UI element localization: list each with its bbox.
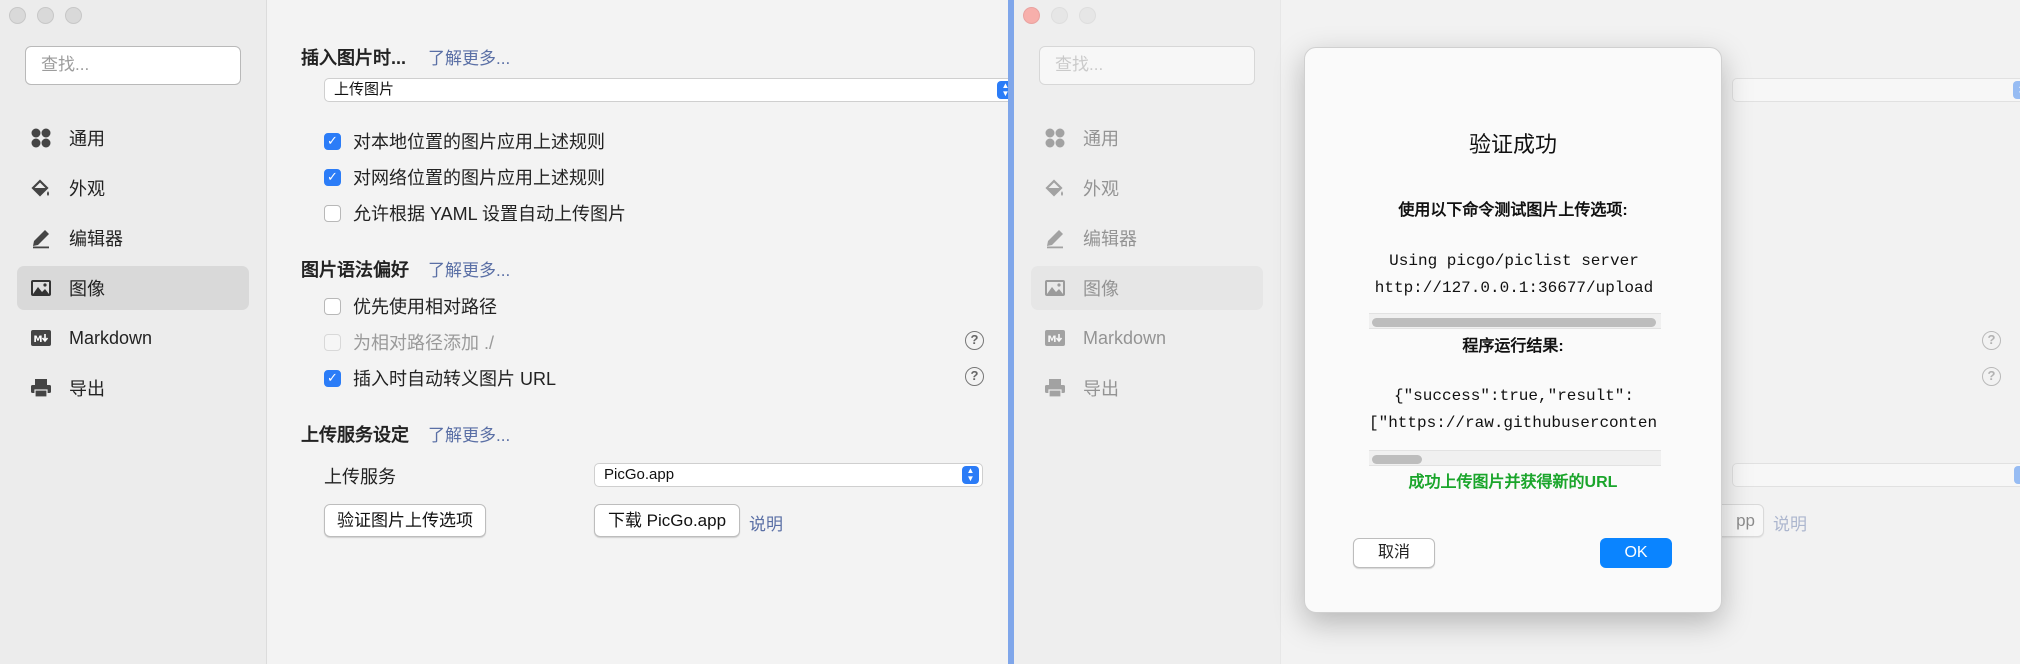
- option-label: 插入时自动转义图片 URL: [353, 369, 557, 389]
- checkbox-checked-icon[interactable]: ✓: [324, 132, 341, 150]
- image-icon: [30, 277, 52, 299]
- sidebar-item-editor[interactable]: 编辑器: [17, 216, 249, 260]
- syntax-learn-more-link[interactable]: 了解更多...: [428, 256, 510, 281]
- markdown-icon: M: [30, 327, 52, 349]
- download-picgo-button[interactable]: 下载 PicGo.app: [594, 504, 740, 537]
- insert-action-value: 上传图片: [334, 81, 395, 98]
- apply-network-option[interactable]: ✓ 对网络位置的图片应用上述规则: [324, 164, 605, 190]
- upload-learn-more-link[interactable]: 了解更多...: [428, 421, 510, 446]
- window-controls: [9, 7, 82, 24]
- sidebar-item-image[interactable]: 图像: [17, 266, 249, 310]
- upload-service-select[interactable]: PicGo.app ▲ ▼: [594, 463, 983, 487]
- checkbox-checked-icon[interactable]: ✓: [324, 168, 341, 186]
- sidebar-item-label: Markdown: [69, 327, 153, 348]
- sidebar-item-label: 图像: [69, 279, 105, 299]
- pencil-icon: [30, 227, 52, 249]
- insert-image-section-title: 插入图片时...: [301, 48, 407, 68]
- result-line: ["https://raw.githubuserconten: [1369, 414, 1658, 432]
- scrollbar-thumb[interactable]: [1372, 455, 1422, 464]
- ok-button[interactable]: OK: [1600, 538, 1672, 568]
- dialog-title: 验证成功: [1468, 132, 1557, 157]
- help-icon[interactable]: ?: [965, 367, 984, 386]
- syntax-section-title: 图片语法偏好: [301, 260, 409, 280]
- add-dot-slash-option: 为相对路径添加 ./: [324, 329, 494, 355]
- insert-action-select[interactable]: 上传图片 ▲ ▼: [324, 78, 1008, 102]
- zoom-button[interactable]: [65, 7, 82, 24]
- chevron-updown-icon: ▲▼: [997, 81, 1008, 99]
- explain-link[interactable]: 说明: [749, 510, 783, 535]
- sidebar-item-markdown[interactable]: M Markdown: [17, 316, 249, 360]
- checkbox-unchecked-icon[interactable]: [324, 204, 341, 222]
- option-label: 对网络位置的图片应用上述规则: [353, 168, 605, 188]
- sidebar-item-label: 外观: [69, 179, 105, 199]
- upload-service-label: 上传服务: [324, 467, 396, 487]
- dialog-message: 使用以下命令测试图片上传选项:: [1398, 202, 1628, 219]
- command-text: Using picgo/piclist server http://127.0.…: [1369, 248, 1659, 302]
- option-label: 优先使用相对路径: [353, 297, 497, 317]
- checkbox-unchecked-icon[interactable]: [324, 297, 341, 315]
- sidebar: 查找... 通用 外观 编辑器 图像 M Markdown 导出: [0, 0, 267, 664]
- search-input[interactable]: 查找...: [25, 46, 241, 85]
- sidebar-item-general[interactable]: 通用: [17, 116, 249, 160]
- upload-service-value: PicGo.app: [604, 466, 675, 483]
- checkbox-checked-icon[interactable]: ✓: [324, 369, 341, 387]
- insert-learn-more-link[interactable]: 了解更多...: [428, 44, 510, 69]
- checkbox-disabled-icon: [324, 333, 341, 351]
- yaml-auto-upload-option[interactable]: 允许根据 YAML 设置自动上传图片: [324, 200, 626, 226]
- preferences-window-left: 查找... 通用 外观 编辑器 图像 M Markdown 导出 插入图片时..…: [0, 0, 1008, 664]
- cancel-button[interactable]: 取消: [1353, 538, 1435, 568]
- verify-success-dialog: 验证成功 使用以下命令测试图片上传选项: Using picgo/piclist…: [1304, 47, 1722, 613]
- svg-text:M: M: [34, 335, 43, 345]
- command-line: http://127.0.0.1:36677/upload: [1374, 279, 1654, 297]
- success-message: 成功上传图片并获得新的URL: [1408, 474, 1618, 491]
- image-preferences-panel: 插入图片时... 了解更多... 上传图片 ▲ ▼ ✓ 对本地位置的图片应用上述规…: [268, 0, 1008, 664]
- result-text: {"success":true,"result": ["https://raw.…: [1369, 383, 1659, 437]
- result-scrollbar[interactable]: [1369, 450, 1661, 466]
- sidebar-item-label: 导出: [69, 379, 105, 399]
- result-line: {"success":true,"result":: [1393, 387, 1635, 405]
- command-scrollbar[interactable]: [1369, 313, 1661, 329]
- command-line: Using picgo/piclist server: [1389, 252, 1639, 270]
- scrollbar-thumb[interactable]: [1372, 318, 1656, 327]
- result-label: 程序运行结果:: [1462, 338, 1564, 355]
- sidebar-item-label: 编辑器: [69, 229, 123, 249]
- printer-icon: [30, 377, 52, 399]
- grid-icon: [30, 127, 52, 149]
- option-label: 对本地位置的图片应用上述规则: [353, 132, 605, 152]
- sidebar-item-label: 通用: [69, 129, 105, 149]
- sidebar-item-appearance[interactable]: 外观: [17, 166, 249, 210]
- sidebar-item-export[interactable]: 导出: [17, 366, 249, 410]
- option-label: 为相对路径添加 ./: [353, 333, 495, 353]
- minimize-button[interactable]: [37, 7, 54, 24]
- apply-local-option[interactable]: ✓ 对本地位置的图片应用上述规则: [324, 128, 605, 154]
- upload-section-title: 上传服务设定: [301, 425, 409, 445]
- paint-bucket-icon: [30, 177, 52, 199]
- chevron-updown-icon: ▲▼: [962, 466, 979, 484]
- help-icon[interactable]: ?: [965, 331, 984, 350]
- option-label: 允许根据 YAML 设置自动上传图片: [353, 204, 627, 224]
- close-button[interactable]: [9, 7, 26, 24]
- verify-upload-button[interactable]: 验证图片上传选项: [324, 504, 486, 537]
- prefer-relative-path-option[interactable]: 优先使用相对路径: [324, 293, 497, 319]
- escape-url-option[interactable]: ✓ 插入时自动转义图片 URL: [324, 365, 556, 391]
